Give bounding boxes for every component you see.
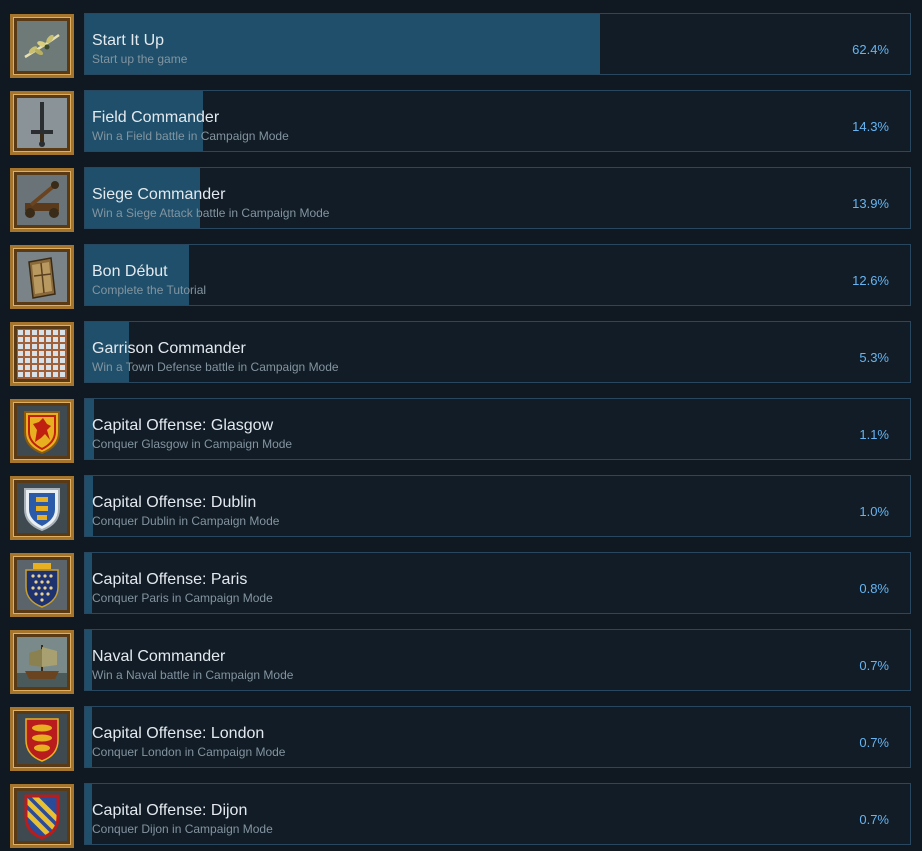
achievement-icon-frame: [10, 322, 74, 386]
achievement-panel: Capital Offense: Dijon Conquer Dijon in …: [84, 783, 911, 845]
achievement-description: Conquer Paris in Campaign Mode: [92, 591, 273, 605]
achievement-name: Capital Offense: Dublin: [92, 494, 257, 511]
achievement-icon-frame: [10, 168, 74, 232]
achievement-row: Naval Commander Win a Naval battle in Ca…: [0, 629, 922, 695]
achievement-icon-frame: [10, 707, 74, 771]
achievement-percent: 12.6%: [852, 273, 889, 288]
achievement-name: Capital Offense: London: [92, 725, 265, 742]
achievement-percent: 14.3%: [852, 119, 889, 134]
achievement-description: Conquer Dublin in Campaign Mode: [92, 514, 280, 528]
achievement-row: Start It Up Start up the game 62.4%: [0, 13, 922, 79]
achievement-name: Field Commander: [92, 109, 220, 126]
achievement-panel: Siege Commander Win a Siege Attack battl…: [84, 167, 911, 229]
achievement-panel: Capital Offense: Glasgow Conquer Glasgow…: [84, 398, 911, 460]
burgundy-shield-icon: [17, 791, 67, 841]
achievement-name: Garrison Commander: [92, 340, 246, 357]
achievement-row: Capital Offense: London Conquer London i…: [0, 706, 922, 772]
achievement-row: Capital Offense: Glasgow Conquer Glasgow…: [0, 398, 922, 464]
achievement-row: Field Commander Win a Field battle in Ca…: [0, 90, 922, 156]
achievement-name: Capital Offense: Paris: [92, 571, 248, 588]
achievement-list: Start It Up Start up the game 62.4% Fiel…: [0, 0, 922, 851]
book-icon: [17, 252, 67, 302]
achievement-description: Conquer Dijon in Campaign Mode: [92, 822, 273, 836]
achievement-percent: 13.9%: [852, 196, 889, 211]
achievement-panel: Naval Commander Win a Naval battle in Ca…: [84, 629, 911, 691]
ship-icon: [17, 637, 67, 687]
achievement-description: Win a Town Defense battle in Campaign Mo…: [92, 360, 339, 374]
france-fleur-shield-icon: [17, 560, 67, 610]
achievement-row: Bon Début Complete the Tutorial 12.6%: [0, 244, 922, 310]
achievement-name: Capital Offense: Dijon: [92, 802, 248, 819]
achievement-panel: Capital Offense: London Conquer London i…: [84, 706, 911, 768]
achievement-description: Complete the Tutorial: [92, 283, 207, 297]
achievement-percent: 62.4%: [852, 42, 889, 57]
achievement-icon-frame: [10, 553, 74, 617]
achievement-name: Naval Commander: [92, 648, 226, 665]
achievement-row: Capital Offense: Dijon Conquer Dijon in …: [0, 783, 922, 849]
olive-branch-icon: [17, 21, 67, 71]
achievement-panel: Bon Début Complete the Tutorial 12.6%: [84, 244, 911, 306]
achievement-description: Conquer Glasgow in Campaign Mode: [92, 437, 293, 451]
achievement-percent: 0.8%: [859, 581, 889, 596]
ireland-crowns-shield-icon: [17, 483, 67, 533]
achievement-name: Bon Début: [92, 263, 168, 280]
achievement-percent: 1.1%: [859, 427, 889, 442]
achievement-name: Capital Offense: Glasgow: [92, 417, 274, 434]
achievement-description: Start up the game: [92, 52, 188, 66]
achievement-description: Win a Siege Attack battle in Campaign Mo…: [92, 206, 330, 220]
achievement-icon-frame: [10, 245, 74, 309]
achievement-name: Siege Commander: [92, 186, 226, 203]
achievement-icon-frame: [10, 784, 74, 848]
achievement-row: Capital Offense: Dublin Conquer Dublin i…: [0, 475, 922, 541]
achievement-percent: 1.0%: [859, 504, 889, 519]
achievement-description: Win a Naval battle in Campaign Mode: [92, 668, 294, 682]
achievement-panel: Start It Up Start up the game 62.4%: [84, 13, 911, 75]
achievement-icon-frame: [10, 399, 74, 463]
achievement-row: Garrison Commander Win a Town Defense ba…: [0, 321, 922, 387]
achievement-percent: 0.7%: [859, 658, 889, 673]
achievement-panel: Garrison Commander Win a Town Defense ba…: [84, 321, 911, 383]
achievement-percent: 0.7%: [859, 812, 889, 827]
town-grid-icon: [17, 329, 67, 379]
progress-bar: [85, 707, 92, 767]
progress-bar: [85, 553, 92, 613]
achievement-icon-frame: [10, 630, 74, 694]
achievement-row: Capital Offense: Paris Conquer Paris in …: [0, 552, 922, 618]
achievement-panel: Field Commander Win a Field battle in Ca…: [84, 90, 911, 152]
england-lions-shield-icon: [17, 714, 67, 764]
achievement-percent: 5.3%: [859, 350, 889, 365]
achievement-description: Conquer London in Campaign Mode: [92, 745, 286, 759]
achievement-icon-frame: [10, 91, 74, 155]
achievement-percent: 0.7%: [859, 735, 889, 750]
catapult-icon: [17, 175, 67, 225]
achievement-panel: Capital Offense: Paris Conquer Paris in …: [84, 552, 911, 614]
achievement-icon-frame: [10, 476, 74, 540]
scotland-lion-shield-icon: [17, 406, 67, 456]
achievement-name: Start It Up: [92, 32, 165, 49]
sword-icon: [17, 98, 67, 148]
progress-bar: [85, 784, 92, 844]
achievement-description: Win a Field battle in Campaign Mode: [92, 129, 289, 143]
achievement-panel: Capital Offense: Dublin Conquer Dublin i…: [84, 475, 911, 537]
achievement-row: Siege Commander Win a Siege Attack battl…: [0, 167, 922, 233]
achievement-icon-frame: [10, 14, 74, 78]
progress-bar: [85, 630, 92, 690]
